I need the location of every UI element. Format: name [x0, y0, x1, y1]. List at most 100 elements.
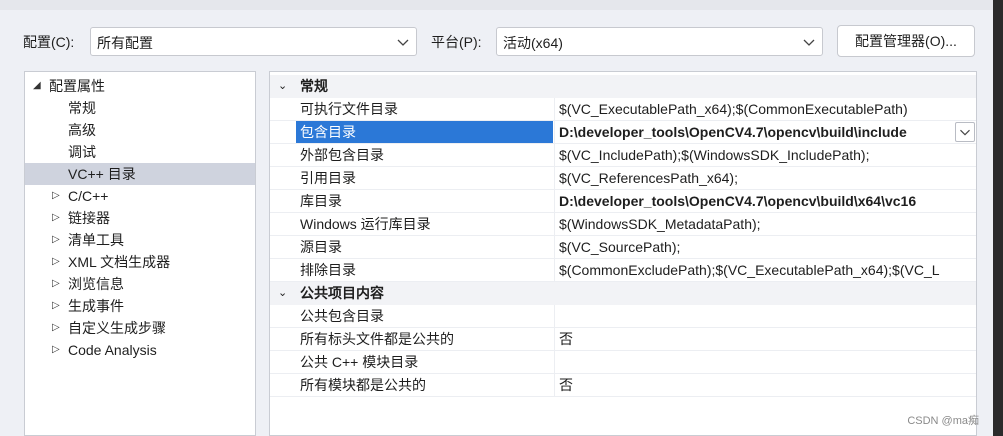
column-divider — [554, 190, 555, 213]
property-value: $(VC_IncludePath);$(WindowsSDK_IncludePa… — [559, 147, 870, 163]
section-header-public-project-content[interactable]: ⌄ 公共项目内容 — [270, 282, 976, 305]
tree-item-label: 高级 — [68, 122, 96, 138]
chevron-down-icon — [397, 39, 409, 46]
column-divider — [554, 236, 555, 259]
column-divider — [554, 213, 555, 236]
tree-item-label: 常规 — [68, 100, 96, 116]
collapsed-arrow-icon: ▷ — [52, 344, 60, 355]
property-value: $(CommonExcludePath);$(VC_ExecutablePath… — [559, 262, 940, 278]
property-row[interactable]: 外部包含目录 $(VC_IncludePath);$(WindowsSDK_In… — [270, 144, 976, 167]
column-divider — [554, 328, 555, 351]
property-row[interactable]: 公共包含目录 — [270, 305, 976, 328]
property-name: 外部包含目录 — [300, 147, 384, 163]
property-name: 源目录 — [300, 239, 342, 255]
column-divider — [554, 351, 555, 374]
property-name: 所有模块都是公共的 — [300, 377, 426, 393]
property-tree: ◢ 配置属性 常规 高级 调试 VC++ 目录 ▷ C/C++ ▷ 链接器 ▷ … — [24, 71, 256, 436]
tree-item-xml-doc-generator[interactable]: ▷ XML 文档生成器 — [25, 251, 255, 273]
value-dropdown-button[interactable] — [955, 122, 975, 142]
property-row[interactable]: Windows 运行库目录 $(WindowsSDK_MetadataPath)… — [270, 213, 976, 236]
tree-item-label: 清单工具 — [68, 232, 124, 248]
tree-item-label: VC++ 目录 — [68, 166, 136, 182]
property-name: 排除目录 — [300, 262, 356, 278]
tree-item-build-events[interactable]: ▷ 生成事件 — [25, 295, 255, 317]
column-divider — [554, 259, 555, 282]
property-row[interactable]: 公共 C++ 模块目录 — [270, 351, 976, 374]
collapse-chevron-icon: ⌄ — [278, 287, 288, 299]
tree-item-custom-build-step[interactable]: ▷ 自定义生成步骤 — [25, 317, 255, 339]
tree-item-label: XML 文档生成器 — [68, 254, 171, 270]
tree-item-linker[interactable]: ▷ 链接器 — [25, 207, 255, 229]
tree-item-c-cpp[interactable]: ▷ C/C++ — [25, 185, 255, 207]
background-right — [993, 0, 1003, 436]
tree-item-advanced[interactable]: 高级 — [25, 119, 255, 141]
property-row[interactable]: 源目录 $(VC_SourcePath); — [270, 236, 976, 259]
property-value-input[interactable]: D:\developer_tools\OpenCV4.7\opencv\buil… — [559, 121, 951, 144]
tree-item-label: 链接器 — [68, 210, 110, 226]
property-value: $(WindowsSDK_MetadataPath); — [559, 216, 761, 232]
section-title: 常规 — [300, 78, 328, 94]
property-row[interactable]: 所有标头文件都是公共的 否 — [270, 328, 976, 351]
property-value: $(VC_ReferencesPath_x64); — [559, 170, 738, 186]
property-name: 公共 C++ 模块目录 — [300, 354, 419, 370]
section-header-general[interactable]: ⌄ 常规 — [270, 75, 976, 98]
column-divider — [554, 98, 555, 121]
collapsed-arrow-icon: ▷ — [52, 322, 60, 333]
property-name: 库目录 — [300, 193, 342, 209]
property-name: 包含目录 — [296, 121, 553, 143]
column-divider — [554, 144, 555, 167]
platform-select[interactable]: 活动(x64) — [496, 27, 823, 56]
property-name: 引用目录 — [300, 170, 356, 186]
configuration-manager-button[interactable]: 配置管理器(O)... — [837, 25, 975, 57]
property-row[interactable]: 引用目录 $(VC_ReferencesPath_x64); — [270, 167, 976, 190]
column-divider — [554, 374, 555, 397]
expanded-arrow-icon: ◢ — [33, 80, 41, 91]
tree-item-label: Code Analysis — [68, 342, 157, 358]
tree-item-label: 自定义生成步骤 — [68, 320, 166, 336]
property-row[interactable]: 排除目录 $(CommonExcludePath);$(VC_Executabl… — [270, 259, 976, 282]
property-row-selected[interactable]: 包含目录 D:\developer_tools\OpenCV4.7\opencv… — [270, 121, 976, 144]
property-row[interactable]: 可执行文件目录 $(VC_ExecutablePath_x64);$(Commo… — [270, 98, 976, 121]
section-title: 公共项目内容 — [300, 285, 384, 301]
tree-item-label: 调试 — [68, 144, 96, 160]
property-name: 所有标头文件都是公共的 — [300, 331, 454, 347]
platform-label: 平台(P): — [431, 34, 482, 50]
property-name: Windows 运行库目录 — [300, 216, 431, 232]
chevron-down-icon — [803, 39, 815, 46]
column-divider — [554, 305, 555, 328]
watermark: CSDN @ma痴 — [907, 415, 979, 427]
collapsed-arrow-icon: ▷ — [52, 190, 60, 201]
tree-item-general[interactable]: 常规 — [25, 97, 255, 119]
property-value: D:\developer_tools\OpenCV4.7\opencv\buil… — [559, 193, 917, 209]
tree-item-debugging[interactable]: 调试 — [25, 141, 255, 163]
tree-item-browse-info[interactable]: ▷ 浏览信息 — [25, 273, 255, 295]
property-value: $(VC_ExecutablePath_x64);$(CommonExecuta… — [559, 101, 908, 117]
column-divider — [554, 121, 555, 144]
property-name: 公共包含目录 — [300, 308, 384, 324]
tree-item-code-analysis[interactable]: ▷ Code Analysis — [25, 339, 255, 361]
property-pages-dialog: 配置(C): 所有配置 平台(P): 活动(x64) 配置管理器(O)... ◢… — [0, 0, 993, 436]
property-grid: ⌄ 常规 可执行文件目录 $(VC_ExecutablePath_x64);$(… — [269, 71, 977, 436]
config-select-value: 所有配置 — [97, 35, 153, 51]
collapsed-arrow-icon: ▷ — [52, 212, 60, 223]
property-row[interactable]: 库目录 D:\developer_tools\OpenCV4.7\opencv\… — [270, 190, 976, 213]
collapsed-arrow-icon: ▷ — [52, 300, 60, 311]
property-value: 否 — [559, 331, 573, 347]
property-name: 可执行文件目录 — [300, 101, 398, 117]
top-strip — [0, 0, 993, 10]
property-value: $(VC_SourcePath); — [559, 239, 681, 255]
collapse-chevron-icon: ⌄ — [278, 80, 288, 92]
property-row[interactable]: 所有模块都是公共的 否 — [270, 374, 976, 397]
tree-item-label: 浏览信息 — [68, 276, 124, 292]
config-select[interactable]: 所有配置 — [90, 27, 417, 56]
platform-select-value: 活动(x64) — [503, 35, 563, 51]
tree-item-label: C/C++ — [68, 188, 109, 204]
collapsed-arrow-icon: ▷ — [52, 256, 60, 267]
column-divider — [554, 167, 555, 190]
tree-root-config-properties[interactable]: ◢ 配置属性 — [25, 75, 255, 97]
tree-root-label: 配置属性 — [49, 78, 105, 94]
tree-item-vc-directories[interactable]: VC++ 目录 — [25, 163, 255, 185]
property-value: 否 — [559, 377, 573, 393]
config-label: 配置(C): — [23, 34, 75, 50]
tree-item-manifest-tool[interactable]: ▷ 清单工具 — [25, 229, 255, 251]
